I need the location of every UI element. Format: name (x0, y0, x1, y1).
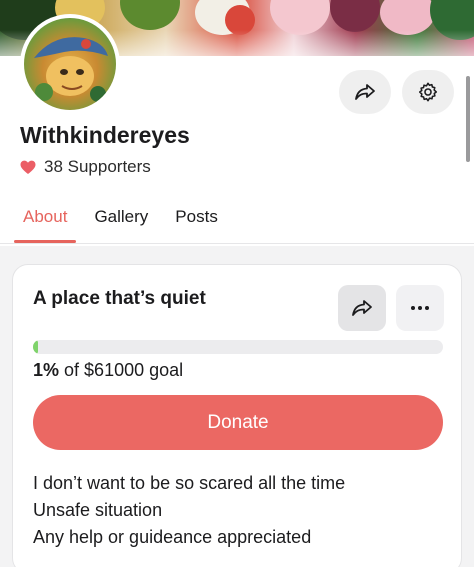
tab-posts[interactable]: Posts (166, 203, 227, 243)
more-options-button[interactable] (396, 285, 444, 331)
share-icon (352, 300, 372, 316)
fundraiser-description: I don’t want to be so scared all the tim… (33, 470, 345, 551)
goal-amount: of $61000 goal (64, 360, 184, 380)
scrollbar[interactable] (466, 76, 470, 162)
tab-gallery[interactable]: Gallery (85, 203, 157, 243)
settings-button[interactable] (402, 70, 454, 114)
goal-percent: 1% (33, 360, 60, 380)
description-line: Unsafe situation (33, 500, 163, 520)
goal-text: 1% of $61000 goal (33, 360, 183, 381)
description-line: I don’t want to be so scared all the tim… (33, 473, 346, 493)
tab-divider (0, 243, 474, 244)
gear-icon (418, 82, 438, 102)
progress-bar (33, 340, 443, 354)
share-profile-button[interactable] (339, 70, 391, 114)
supporters-label: 38 Supporters (44, 157, 151, 176)
progress-fill (33, 340, 38, 354)
share-fundraiser-button[interactable] (338, 285, 386, 331)
donate-button[interactable]: Donate (33, 395, 443, 450)
profile-tabs: About Gallery Posts (14, 203, 236, 243)
tab-about[interactable]: About (14, 203, 77, 243)
more-horizontal-icon (411, 306, 429, 310)
fundraiser-title: A place that’s quiet (33, 288, 206, 309)
share-icon (355, 84, 375, 100)
avatar[interactable] (20, 14, 120, 114)
profile-name: Withkindereyes (20, 122, 190, 148)
fundraiser-card: A place that’s quiet 1% of $61000 goal D… (12, 264, 462, 567)
avatar-image (24, 18, 116, 110)
description-line: Any help or guideance appreciated (33, 527, 312, 547)
supporters-count[interactable]: 38 Supporters (20, 157, 151, 177)
heart-icon (20, 160, 36, 174)
